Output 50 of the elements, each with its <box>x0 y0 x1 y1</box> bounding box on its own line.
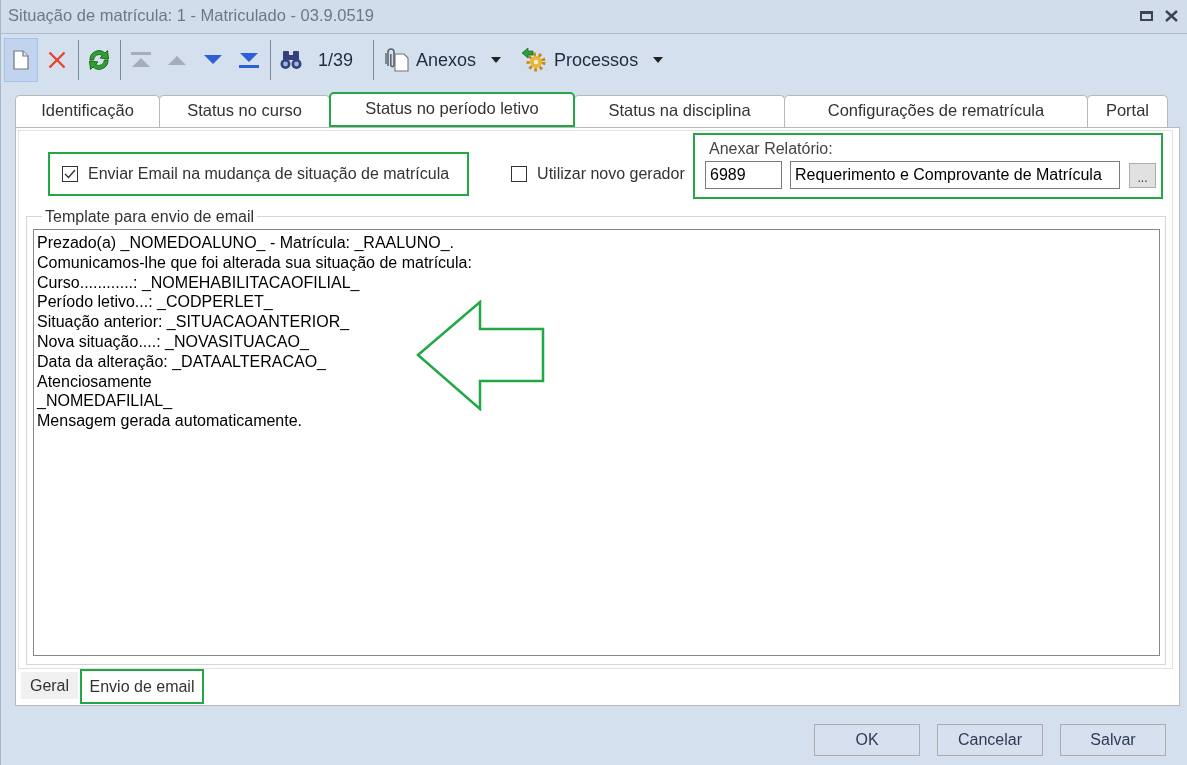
template-line: Curso............: _NOMEHABILITACAOFILIAL_ <box>37 272 360 293</box>
template-line: Data da alteração: _DATAALTERACAO_ <box>37 351 326 372</box>
tab[interactable]: Geral <box>21 672 78 699</box>
triangle-up-icon <box>168 55 186 65</box>
checkbox-label[interactable]: Enviar Email na mudança de situação de matrícula <box>88 165 450 183</box>
attachments-menu-button[interactable]: Anexos <box>377 38 508 82</box>
cancel-button[interactable]: Cancelar <box>937 724 1043 756</box>
x-icon <box>48 51 66 69</box>
template-line: Situação anterior: _SITUACAOANTERIOR_ <box>37 312 350 332</box>
template-line: _NOMEDAFILIAL_ <box>37 391 173 412</box>
tab[interactable]: Configurações de rematrícula <box>784 95 1088 127</box>
bar-triangle-up-icon <box>131 52 151 68</box>
field-label: Anexar Relatório: <box>708 141 834 157</box>
tab[interactable]: Portal <box>1087 95 1168 127</box>
gear-icon <box>521 47 548 73</box>
check-icon <box>64 169 76 179</box>
window-title: Situação de matrícula: 1 - Matriculado - 03.9.0519 <box>8 6 374 25</box>
save-button[interactable]: Salvar <box>1060 724 1166 756</box>
tab[interactable]: Identificação <box>15 95 160 127</box>
template-line: Prezado(a) _NOMEDOALUNO_ - Matrícula: _RAALUNO_. <box>37 233 454 253</box>
report-name-field[interactable]: Requerimento e Comprovante de Matrícula <box>790 161 1120 189</box>
triangle-down-icon <box>204 55 222 65</box>
template-line: Nova situação....: _NOVASITUACAO_ <box>37 332 309 352</box>
checkbox[interactable] <box>62 166 78 182</box>
report-code-field[interactable]: 6989 <box>705 161 782 189</box>
binoculars-icon <box>280 50 302 70</box>
document-icon <box>13 50 29 70</box>
group-label: Template para envio de email <box>44 208 255 225</box>
template-line: Período letivo...: _CODPERLET_ <box>37 292 273 313</box>
browse-button[interactable]: ... <box>1129 162 1156 188</box>
maximize-icon[interactable] <box>1140 10 1153 21</box>
tab[interactable]: Envio de email <box>80 669 204 704</box>
checkbox[interactable] <box>511 166 528 182</box>
tab[interactable]: Status no curso <box>159 95 330 127</box>
template-line: Comunicamos-lhe que foi alterada sua situação de matrícula: <box>37 252 472 273</box>
refresh-icon <box>87 48 111 72</box>
paperclip-document-icon <box>383 48 410 72</box>
tab[interactable]: Status na disciplina <box>574 95 785 127</box>
processes-menu-button[interactable]: Processos <box>515 38 670 82</box>
caret-icon <box>491 57 502 63</box>
template-line: Mensagem gerada automaticamente. <box>37 411 303 431</box>
close-icon[interactable] <box>1165 9 1178 22</box>
tab[interactable]: Status no período letivo <box>329 92 575 127</box>
template-line: Atenciosamente <box>37 371 152 392</box>
triangle-bar-down-icon <box>239 52 259 68</box>
checkbox-label[interactable]: Utilizar novo gerador <box>537 165 685 183</box>
new-button[interactable] <box>4 38 38 82</box>
caret-icon <box>653 57 664 63</box>
ok-button[interactable]: OK <box>814 724 920 756</box>
record-counter: 1/39 <box>318 49 354 71</box>
